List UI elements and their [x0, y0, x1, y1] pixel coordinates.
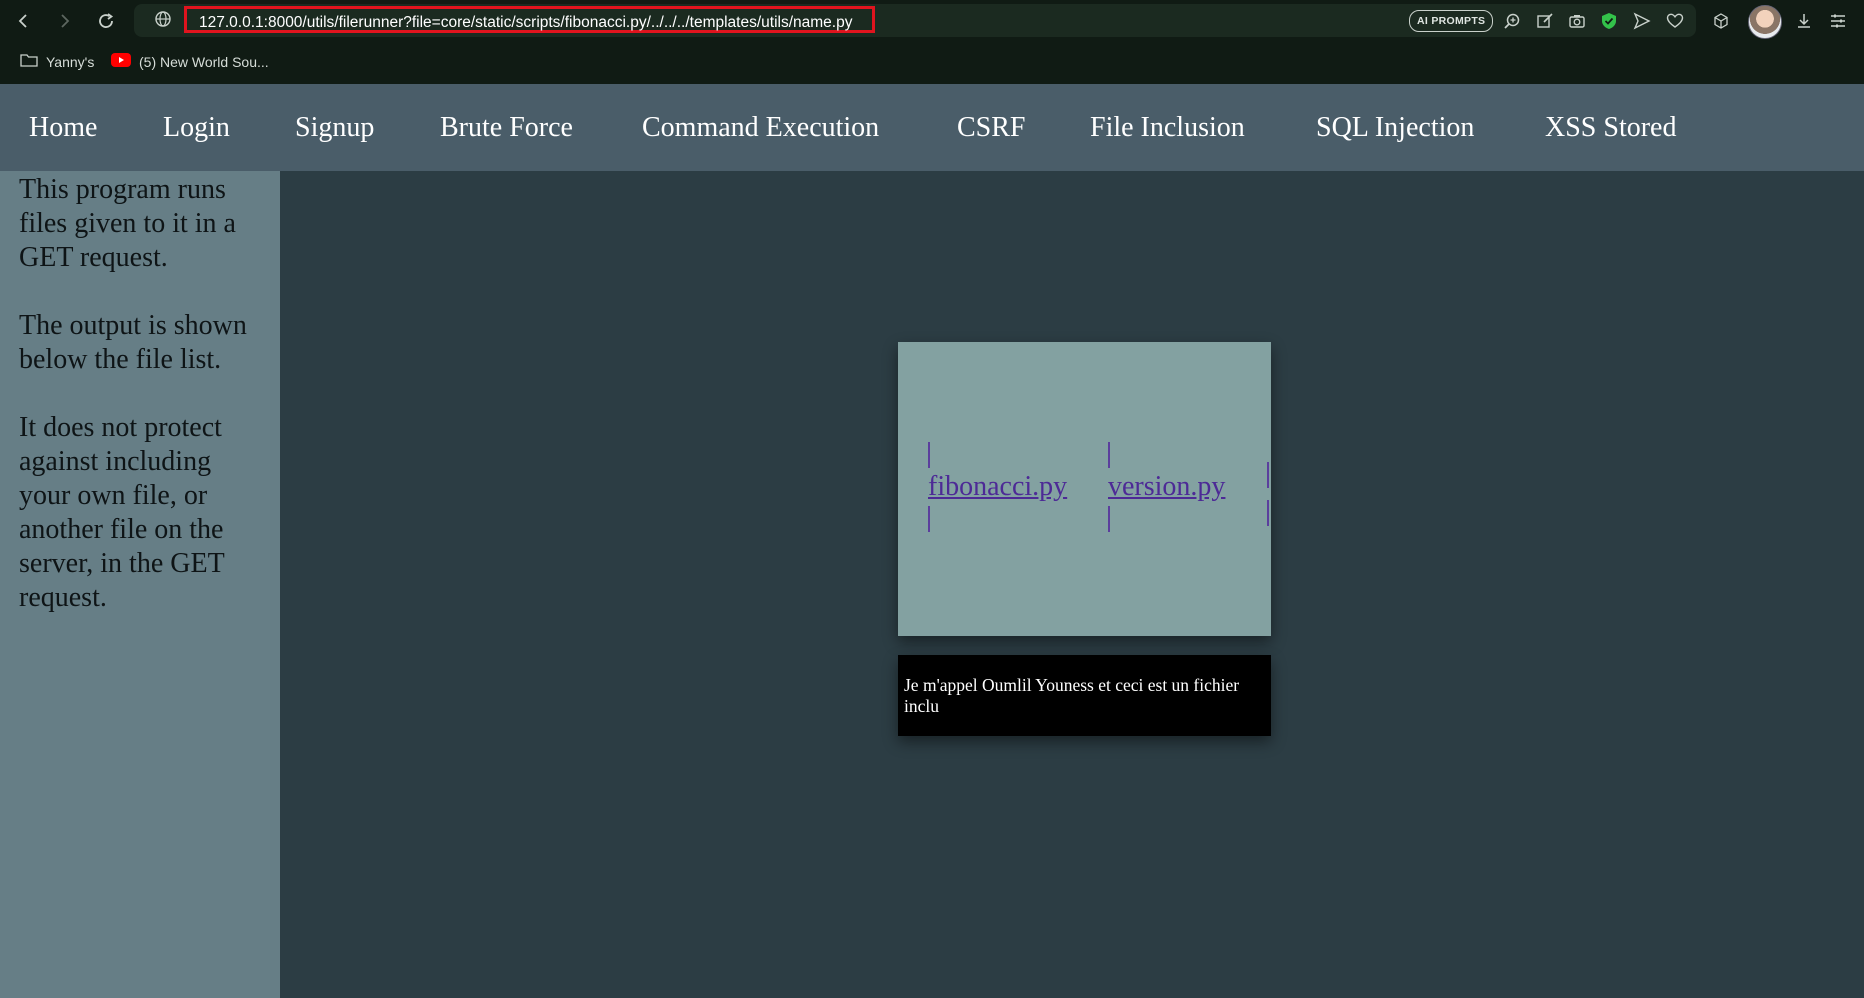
forward-icon[interactable] — [51, 8, 77, 34]
url-text[interactable]: 127.0.0.1:8000/utils/filerunner?file=cor… — [184, 6, 876, 33]
file-link-fibonacci[interactable]: fibonacci.py — [928, 468, 1067, 506]
shield-icon[interactable] — [1598, 10, 1620, 32]
divider — [1108, 506, 1110, 532]
send-icon[interactable] — [1631, 10, 1653, 32]
divider — [928, 442, 930, 468]
sidebar: This program runs files given to it in a… — [0, 171, 280, 998]
sidebar-paragraph: The output is shown below the file list. — [19, 310, 247, 375]
site-info-icon[interactable] — [154, 10, 172, 33]
profile-avatar[interactable] — [1748, 5, 1782, 39]
download-icon[interactable] — [1793, 10, 1815, 32]
zoom-icon[interactable] — [1501, 10, 1523, 32]
heart-icon[interactable] — [1664, 10, 1686, 32]
file-link-version[interactable]: version.py — [1108, 468, 1225, 506]
nav-xss-stored[interactable]: XSS Stored — [1545, 84, 1676, 171]
bookmark-label: Yanny's — [46, 53, 95, 70]
divider — [1267, 462, 1269, 488]
site-nav: Home Login Signup Brute Force Command Ex… — [0, 84, 1864, 171]
bookmark-yannys[interactable]: Yanny's — [20, 53, 94, 70]
settings-sliders-icon[interactable] — [1827, 10, 1849, 32]
edit-icon[interactable] — [1534, 10, 1556, 32]
output-panel: Je m'appel Oumlil Youness et ceci est un… — [898, 655, 1271, 736]
nav-home[interactable]: Home — [29, 84, 97, 171]
address-bar[interactable]: 127.0.0.1:8000/utils/filerunner?file=cor… — [134, 4, 1696, 37]
sidebar-paragraph: This program runs files given to it in a… — [19, 174, 236, 273]
nav-login[interactable]: Login — [163, 84, 230, 171]
nav-signup[interactable]: Signup — [295, 84, 374, 171]
divider — [1267, 500, 1269, 526]
bookmarks-bar: Yanny's (5) New World Sou... — [0, 42, 1864, 84]
youtube-icon — [111, 53, 131, 70]
divider — [928, 506, 930, 532]
browser-toolbar: 127.0.0.1:8000/utils/filerunner?file=cor… — [0, 0, 1864, 42]
divider — [1108, 442, 1110, 468]
camera-icon[interactable] — [1566, 10, 1588, 32]
back-icon[interactable] — [11, 8, 37, 34]
bookmark-label: (5) New World Sou... — [139, 53, 269, 70]
nav-sql-injection[interactable]: SQL Injection — [1316, 84, 1474, 171]
file-item-edge — [1267, 462, 1269, 526]
file-list: fibonacci.py version.py — [898, 342, 1271, 636]
nav-brute-force[interactable]: Brute Force — [440, 84, 573, 171]
cube-icon[interactable] — [1710, 10, 1732, 32]
nav-csrf[interactable]: CSRF — [957, 84, 1026, 171]
folder-icon — [20, 53, 38, 70]
file-item: fibonacci.py — [928, 442, 1067, 532]
file-item: version.py — [1108, 442, 1225, 532]
bookmark-youtube[interactable]: (5) New World Sou... — [111, 53, 269, 70]
reload-icon[interactable] — [93, 8, 119, 34]
ai-prompts-button[interactable]: AI PROMPTS — [1409, 10, 1494, 32]
sidebar-paragraph: It does not protect against including yo… — [19, 412, 225, 613]
nav-file-inclusion[interactable]: File Inclusion — [1090, 84, 1245, 171]
nav-command-execution[interactable]: Command Execution — [642, 84, 879, 171]
